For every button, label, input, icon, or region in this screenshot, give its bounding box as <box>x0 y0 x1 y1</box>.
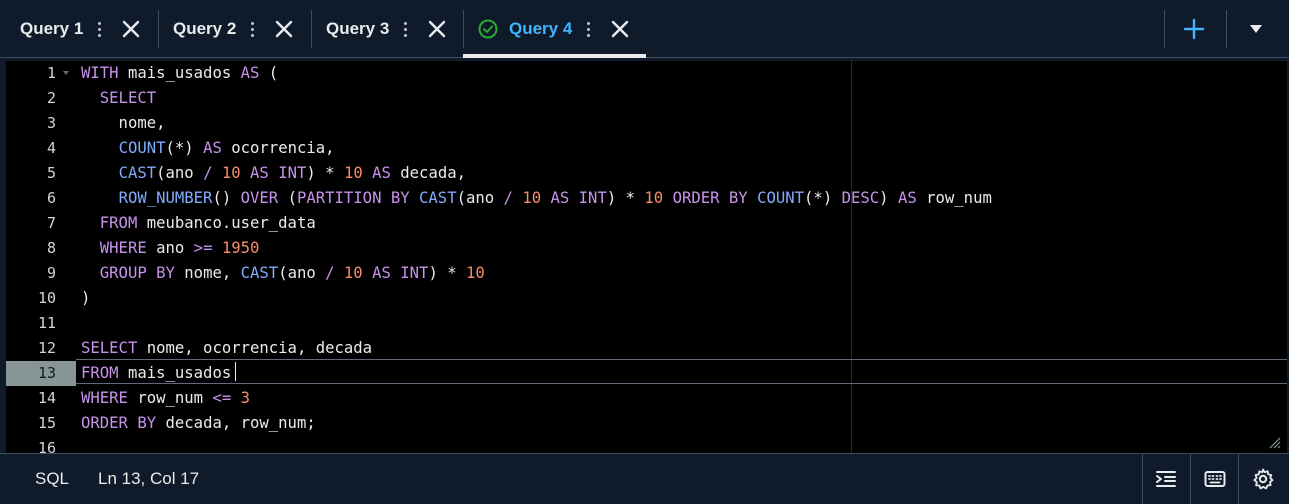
code-line[interactable]: nome, <box>81 111 166 136</box>
line-number: 2 <box>46 89 56 107</box>
active-tab-indicator <box>463 54 646 58</box>
code-line[interactable]: WITH mais_usados AS ( <box>81 61 278 86</box>
fold-arrow-icon[interactable] <box>63 70 69 76</box>
tab-options-icon[interactable] <box>91 19 107 39</box>
tab-query-3[interactable]: Query 3 <box>326 0 449 58</box>
statusbar-divider <box>1238 454 1239 504</box>
code-line[interactable]: GROUP BY nome, CAST(ano / 10 AS INT) * 1… <box>81 261 485 286</box>
line-number: 3 <box>46 114 56 132</box>
tab-label: Query 1 <box>20 19 84 38</box>
code-line[interactable]: SELECT nome, ocorrencia, decada <box>81 336 372 361</box>
line-number: 4 <box>46 139 56 157</box>
tab-divider <box>158 10 159 48</box>
line-number-gutter: 1 2 3 4 5 6 7 8 9 10 11 12 13 14 15 16 <box>6 61 76 453</box>
tab-divider <box>463 10 464 48</box>
indent-icon[interactable] <box>1154 467 1178 491</box>
tab-divider <box>1226 10 1227 48</box>
tab-options-icon[interactable] <box>580 19 596 39</box>
line-number: 12 <box>37 339 56 357</box>
code-line[interactable]: WHERE ano >= 1950 <box>81 236 260 261</box>
tab-label: Query 3 <box>326 19 390 38</box>
code-line[interactable]: FROM mais_usados <box>81 361 231 386</box>
close-icon[interactable] <box>272 17 296 41</box>
code-line[interactable]: CAST(ano / 10 AS INT) * 10 AS decada, <box>81 161 466 186</box>
code-line[interactable]: ) <box>81 286 90 311</box>
close-icon[interactable] <box>119 17 143 41</box>
line-number: 7 <box>46 214 56 232</box>
line-number: 5 <box>46 164 56 182</box>
code-line[interactable]: FROM meubanco.user_data <box>81 211 316 236</box>
caret-down-icon[interactable] <box>1246 19 1266 39</box>
code-line[interactable]: WHERE row_num <= 3 <box>81 386 250 411</box>
sql-editor[interactable]: 1 2 3 4 5 6 7 8 9 10 11 12 13 14 15 16 W… <box>6 61 1287 453</box>
statusbar-divider <box>1190 454 1191 504</box>
line-number: 10 <box>37 289 56 307</box>
statusbar-divider <box>1142 454 1143 504</box>
line-number: 11 <box>37 314 56 332</box>
tab-options-icon[interactable] <box>244 19 260 39</box>
line-number: 15 <box>37 414 56 432</box>
tab-query-2[interactable]: Query 2 <box>173 0 296 58</box>
code-line[interactable]: ORDER BY decada, row_num; <box>81 411 316 436</box>
close-icon[interactable] <box>608 17 632 41</box>
code-line[interactable]: SELECT <box>81 86 156 111</box>
check-circle-icon <box>478 19 498 39</box>
editor-status-bar: SQL Ln 13, Col 17 <box>0 453 1289 504</box>
settings-gear-icon[interactable] <box>1251 467 1275 491</box>
tab-label: Query 2 <box>173 19 237 38</box>
tab-divider <box>311 10 312 48</box>
tab-query-1[interactable]: Query 1 <box>20 0 143 58</box>
close-icon[interactable] <box>425 17 449 41</box>
tab-query-4[interactable]: Query 4 <box>477 0 632 58</box>
line-number-active: 13 <box>6 361 76 386</box>
resize-handle-icon[interactable] <box>1269 437 1281 449</box>
keyboard-icon[interactable] <box>1203 467 1227 491</box>
tab-divider <box>1164 10 1165 48</box>
line-number: 6 <box>46 189 56 207</box>
print-margin <box>851 61 852 453</box>
plus-icon[interactable] <box>1182 17 1206 41</box>
tab-label: Query 4 <box>509 19 573 38</box>
text-cursor <box>235 362 236 381</box>
line-number: 16 <box>37 439 56 453</box>
code-line[interactable]: COUNT(*) AS ocorrencia, <box>81 136 335 161</box>
query-tab-bar: Query 1 Query 2 Query 3 Query 4 <box>0 0 1289 58</box>
tab-options-icon[interactable] <box>397 19 413 39</box>
code-line[interactable]: ROW_NUMBER() OVER (PARTITION BY CAST(ano… <box>81 186 992 211</box>
active-line-highlight <box>76 359 1287 384</box>
line-number: 8 <box>46 239 56 257</box>
language-label: SQL <box>35 469 70 488</box>
cursor-position: Ln 13, Col 17 <box>98 469 200 488</box>
line-number: 9 <box>46 264 56 282</box>
line-number: 14 <box>37 389 56 407</box>
